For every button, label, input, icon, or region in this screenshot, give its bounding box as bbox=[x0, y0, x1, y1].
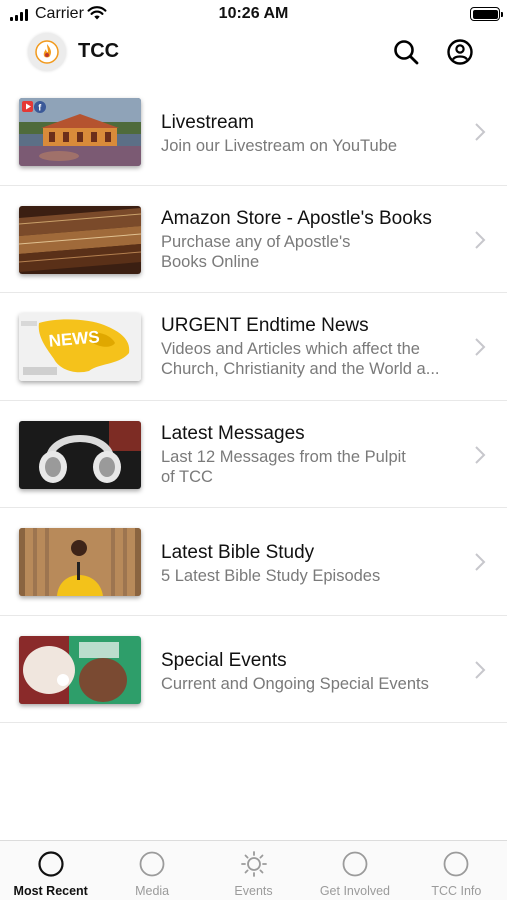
chevron-right-icon bbox=[475, 553, 486, 571]
status-bar: Carrier 10:26 AM bbox=[0, 0, 507, 30]
list-item-latest-messages[interactable]: Latest Messages Last 12 Messages from th… bbox=[0, 401, 507, 508]
circle-icon bbox=[342, 851, 368, 877]
list-item-title: Livestream bbox=[161, 112, 254, 133]
list-item-amazon-store[interactable]: Amazon Store - Apostle's Books Purchase … bbox=[0, 186, 507, 293]
list-item-subtitle: Current and Ongoing Special Events bbox=[161, 674, 429, 693]
list-item-text: Amazon Store - Apostle's Books Purchase … bbox=[161, 207, 461, 272]
headphones-image bbox=[19, 420, 141, 489]
list-item-endtime-news[interactable]: NEWS URGENT Endtime News Videos and Arti… bbox=[0, 293, 507, 401]
list-item-subtitle: Join our Livestream on YouTube bbox=[161, 137, 398, 155]
list-item-subtitle: 5 Latest Bible Study Episodes bbox=[161, 567, 381, 585]
list-item-title: URGENT Endtime News bbox=[161, 315, 369, 336]
user-circle-icon[interactable] bbox=[446, 38, 474, 66]
battery-icon bbox=[470, 7, 503, 21]
subtitle-line: Purchase any of Apostle's bbox=[161, 232, 351, 251]
list-item-text: Latest Bible Study 5 Latest Bible Study … bbox=[161, 541, 461, 586]
tab-events[interactable]: Events bbox=[203, 841, 304, 900]
list-item-subtitle: Last 12 Messages from the Pulpit of TCC bbox=[161, 447, 461, 487]
subtitle-line: Last 12 Messages from the Pulpit bbox=[161, 447, 406, 466]
news-map-image: NEWS bbox=[19, 313, 141, 381]
status-time: 10:26 AM bbox=[218, 5, 289, 22]
list-item-text: Livestream Join our Livestream on YouTub… bbox=[161, 111, 461, 156]
list-item-subtitle: Purchase any of Apostle's Books Online bbox=[161, 232, 461, 272]
app-title: TCC bbox=[78, 40, 120, 62]
list-item-bible-study[interactable]: Latest Bible Study 5 Latest Bible Study … bbox=[0, 508, 507, 616]
tab-label: Most Recent bbox=[13, 884, 88, 898]
flame-logo-icon[interactable] bbox=[28, 33, 66, 71]
tab-label: Get Involved bbox=[319, 884, 391, 898]
feed-list: f Livestream Join our Livestream on YouT… bbox=[0, 78, 507, 723]
list-item-text: URGENT Endtime News Videos and Articles … bbox=[161, 314, 461, 379]
tab-label: Media bbox=[135, 884, 170, 898]
sun-icon bbox=[240, 851, 267, 877]
tab-tcc-info[interactable]: TCC Info bbox=[406, 841, 507, 900]
list-item-title: Special Events bbox=[161, 649, 287, 671]
subtitle-line: Videos and Articles which affect the bbox=[161, 340, 420, 358]
list-item-special-events[interactable]: Special Events Current and Ongoing Speci… bbox=[0, 616, 507, 723]
list-item-title: Latest Messages bbox=[161, 422, 305, 444]
tab-most-recent[interactable]: Most Recent bbox=[0, 841, 101, 900]
list-item-text: Special Events Current and Ongoing Speci… bbox=[161, 649, 461, 694]
list-item-subtitle: Videos and Articles which affect the Chu… bbox=[161, 339, 461, 379]
tab-label: TCC Info bbox=[431, 884, 482, 898]
subtitle-line: of TCC bbox=[161, 467, 213, 486]
tab-get-involved[interactable]: Get Involved bbox=[304, 841, 405, 900]
tab-media[interactable]: Media bbox=[101, 841, 202, 900]
chevron-right-icon bbox=[475, 230, 486, 249]
circle-icon bbox=[139, 851, 165, 877]
nav-header: TCC bbox=[0, 30, 507, 80]
search-icon[interactable] bbox=[392, 38, 420, 66]
circle-icon bbox=[443, 851, 469, 877]
books-image bbox=[19, 205, 141, 274]
list-item-text: Latest Messages Last 12 Messages from th… bbox=[161, 422, 461, 487]
list-item-title: Latest Bible Study bbox=[161, 542, 315, 563]
chevron-right-icon bbox=[475, 338, 486, 356]
subtitle-line: Church, Christianity and the World a... bbox=[161, 360, 440, 378]
subtitle-line: Books Online bbox=[161, 252, 260, 271]
church-building-image: f bbox=[19, 98, 141, 166]
tab-bar: Most Recent Media Events Get Involved TC… bbox=[0, 840, 507, 900]
speaker-image bbox=[19, 528, 141, 596]
tab-label: Events bbox=[234, 884, 273, 898]
chevron-right-icon bbox=[475, 660, 486, 679]
chevron-right-icon bbox=[475, 445, 486, 464]
circle-icon bbox=[38, 851, 64, 877]
list-item-livestream[interactable]: f Livestream Join our Livestream on YouT… bbox=[0, 78, 507, 186]
list-item-title: Amazon Store - Apostle's Books bbox=[161, 207, 432, 229]
event-image bbox=[19, 635, 141, 704]
chevron-right-icon bbox=[475, 123, 486, 141]
